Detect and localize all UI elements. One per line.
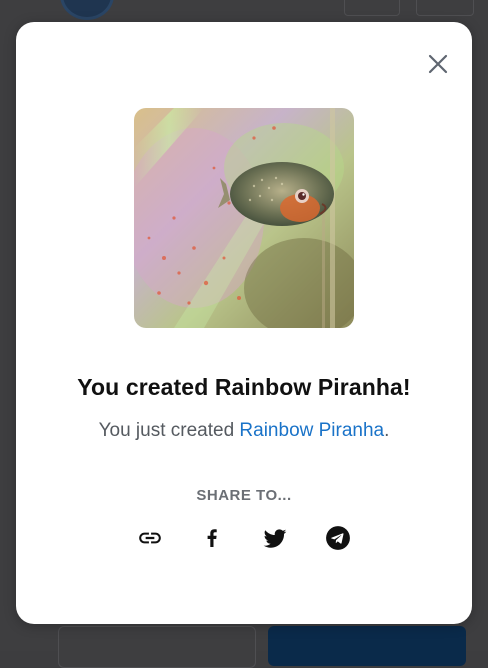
background-top-button	[344, 0, 400, 16]
subtitle-prefix: You just created	[98, 420, 240, 441]
nft-name-link[interactable]: Rainbow Piranha	[239, 420, 384, 441]
subtitle-suffix: .	[384, 420, 390, 441]
background-primary-button	[268, 626, 466, 666]
share-label: SHARE TO...	[196, 487, 292, 504]
close-icon	[428, 54, 448, 74]
share-options	[16, 524, 472, 552]
nft-image	[134, 108, 354, 328]
modal-subtitle: You just created Rainbow Piranha.	[16, 420, 472, 442]
link-icon	[139, 532, 161, 544]
twitter-icon	[263, 529, 287, 548]
share-twitter-button[interactable]	[261, 524, 289, 552]
background-secondary-button	[58, 626, 256, 668]
share-copy-link-button[interactable]	[136, 524, 164, 552]
telegram-icon	[326, 526, 350, 550]
share-facebook-button[interactable]	[198, 524, 226, 552]
creation-success-modal: You created Rainbow Piranha! You just cr…	[16, 22, 472, 624]
modal-title: You created Rainbow Piranha!	[77, 374, 411, 400]
background-avatar	[60, 0, 114, 20]
share-telegram-button[interactable]	[324, 524, 352, 552]
background-top-button	[416, 0, 474, 16]
close-button[interactable]	[426, 52, 450, 76]
facebook-icon	[207, 529, 217, 547]
